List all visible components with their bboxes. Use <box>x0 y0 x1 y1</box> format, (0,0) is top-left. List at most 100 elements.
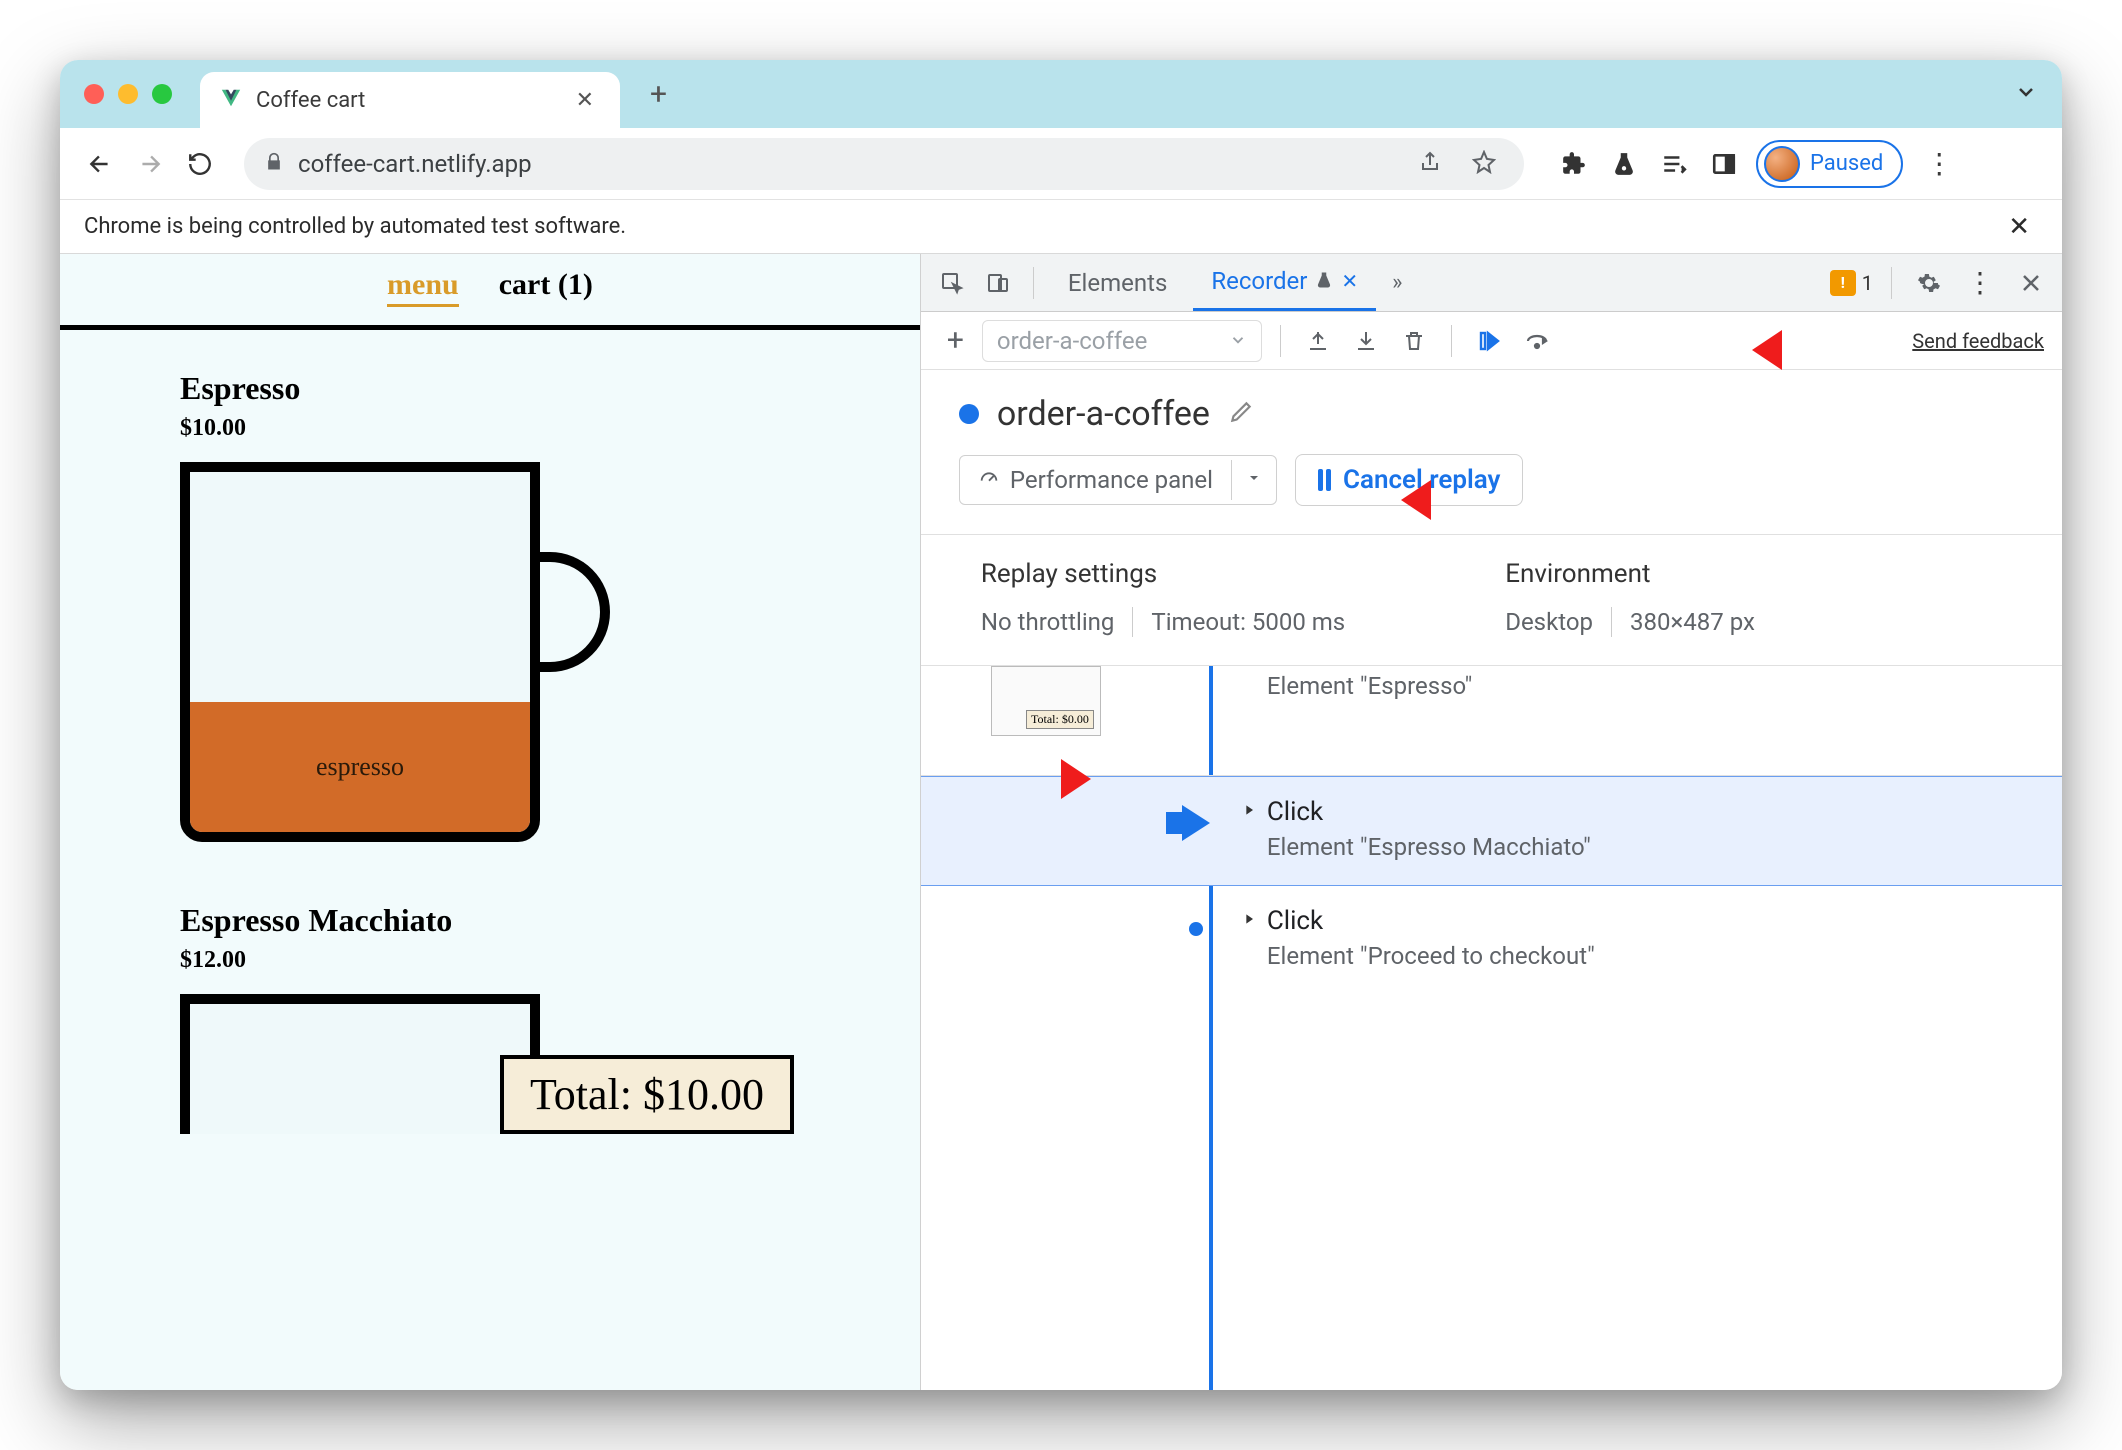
recording-name: order-a-coffee <box>997 394 1210 434</box>
recorder-settings: Replay settings No throttling Timeout: 5… <box>921 534 2062 666</box>
side-panel-icon[interactable] <box>1706 146 1742 182</box>
expand-icon[interactable] <box>1241 802 1257 822</box>
device-mode-icon[interactable] <box>979 264 1017 302</box>
automation-notice-bar: Chrome is being controlled by automated … <box>60 200 2062 254</box>
timeout-value[interactable]: Timeout: 5000 ms <box>1151 608 1345 636</box>
caret-down-icon <box>1231 460 1276 500</box>
cup-fill-label: espresso <box>316 752 404 782</box>
tab-recorder[interactable]: Recorder ✕ <box>1193 254 1376 311</box>
environment-title: Environment <box>1505 559 1755 589</box>
performance-panel-selector[interactable]: Performance panel <box>959 455 1277 505</box>
tab-recorder-close-icon[interactable]: ✕ <box>1341 269 1358 293</box>
automation-notice-text: Chrome is being controlled by automated … <box>84 214 626 239</box>
minimize-window-button[interactable] <box>118 84 138 104</box>
send-feedback-link[interactable]: Send feedback <box>1912 329 2044 353</box>
product-espresso-title: Espresso <box>180 370 800 407</box>
automation-close-icon[interactable]: ✕ <box>2000 212 2038 242</box>
tabbar-right <box>2014 80 2038 108</box>
export-icon[interactable] <box>1299 322 1337 360</box>
step-title: Click <box>1267 797 1323 827</box>
vue-favicon-icon <box>220 87 242 113</box>
annotation-arrow <box>1752 320 1842 384</box>
tab-title: Coffee cart <box>256 88 556 113</box>
traffic-lights <box>84 84 172 104</box>
url-text: coffee-cart.netlify.app <box>298 150 1396 178</box>
replay-icon[interactable] <box>1470 322 1508 360</box>
reading-list-icon[interactable] <box>1656 146 1692 182</box>
replay-settings-title: Replay settings <box>981 559 1345 589</box>
issues-count: 1 <box>1862 271 1873 295</box>
new-recording-button[interactable]: + <box>939 323 972 358</box>
macchiato-cup[interactable] <box>180 994 540 1134</box>
steps-timeline: Total: $0.00 Element "Espresso" <box>921 666 2062 1390</box>
flask-icon[interactable] <box>1606 146 1642 182</box>
devtools-tabbar: Elements Recorder ✕ » ! 1 <box>921 254 2062 312</box>
inspect-element-icon[interactable] <box>933 264 971 302</box>
step-row[interactable]: Click Element "Proceed to checkout" <box>921 886 2062 996</box>
import-icon[interactable] <box>1347 322 1385 360</box>
forward-button[interactable] <box>130 144 170 184</box>
toolbar-right: Paused ⋮ <box>1556 140 1961 188</box>
recorder-controls: Performance panel Cancel replay <box>921 454 2062 534</box>
step-subtitle: Element "Espresso" <box>1267 672 2022 700</box>
recording-selector-text: order-a-coffee <box>997 327 1147 355</box>
bookmark-star-icon[interactable] <box>1464 150 1504 178</box>
product-list: Espresso $10.00 espresso Espresso Macchi… <box>60 330 920 1194</box>
step-subtitle: Element "Proceed to checkout" <box>1267 942 2022 970</box>
extensions-icon[interactable] <box>1556 146 1592 182</box>
close-window-button[interactable] <box>84 84 104 104</box>
browser-toolbar: coffee-cart.netlify.app Paus <box>60 128 2062 200</box>
chevron-down-icon <box>1229 327 1247 355</box>
step-thumbnail: Total: $0.00 <box>991 666 1101 736</box>
recorder-toolbar: + order-a-coffee <box>921 312 2062 370</box>
viewport-value[interactable]: 380×487 px <box>1630 608 1755 636</box>
pause-icon <box>1318 469 1331 491</box>
delete-icon[interactable] <box>1395 322 1433 360</box>
recording-name-row: order-a-coffee <box>921 370 2062 454</box>
devtools-close-icon[interactable] <box>2012 264 2050 302</box>
fullscreen-window-button[interactable] <box>152 84 172 104</box>
nav-menu-link[interactable]: menu <box>387 268 459 307</box>
expand-icon[interactable] <box>1241 911 1257 931</box>
avatar <box>1764 146 1800 182</box>
profile-paused-chip[interactable]: Paused <box>1756 140 1903 188</box>
device-value[interactable]: Desktop <box>1505 608 1593 636</box>
tab-elements[interactable]: Elements <box>1050 254 1185 311</box>
tabs-menu-icon[interactable] <box>2014 89 2038 108</box>
step-row-current[interactable]: Click Element "Espresso Macchiato" <box>921 776 2062 886</box>
throttling-value[interactable]: No throttling <box>981 608 1115 636</box>
replay-settings-col: Replay settings No throttling Timeout: 5… <box>981 559 1345 637</box>
product-macchiato-title: Espresso Macchiato <box>180 902 800 939</box>
paused-label: Paused <box>1810 151 1883 176</box>
total-badge[interactable]: Total: $10.00 <box>500 1055 794 1134</box>
devtools-pane: Elements Recorder ✕ » ! 1 <box>921 254 2062 1390</box>
annotation-arrow <box>1001 749 1091 813</box>
edit-name-icon[interactable] <box>1228 399 1254 429</box>
lock-icon <box>264 152 284 176</box>
current-step-marker-icon <box>1182 805 1210 841</box>
thumb-total-label: Total: $0.00 <box>1026 710 1094 729</box>
issues-badge[interactable]: ! 1 <box>1830 270 1873 296</box>
recording-selector[interactable]: order-a-coffee <box>982 320 1262 362</box>
espresso-cup[interactable]: espresso <box>180 462 610 852</box>
devtools-menu-icon[interactable]: ⋮ <box>1958 266 2002 299</box>
settings-gear-icon[interactable] <box>1910 264 1948 302</box>
speedometer-icon <box>978 466 1000 494</box>
back-button[interactable] <box>80 144 120 184</box>
reload-button[interactable] <box>180 144 220 184</box>
step-row[interactable]: Total: $0.00 Element "Espresso" <box>921 666 2062 776</box>
step-over-icon[interactable] <box>1518 322 1556 360</box>
environment-col: Environment Desktop 380×487 px <box>1505 559 1755 637</box>
tab-close-icon[interactable]: ✕ <box>570 88 600 113</box>
nav-cart-link[interactable]: cart (1) <box>499 268 593 307</box>
product-macchiato-price: $12.00 <box>180 947 800 974</box>
more-tabs-icon[interactable]: » <box>1384 270 1410 295</box>
share-icon[interactable] <box>1410 150 1450 178</box>
new-tab-button[interactable]: + <box>640 77 677 112</box>
address-bar[interactable]: coffee-cart.netlify.app <box>244 138 1524 190</box>
browser-tab[interactable]: Coffee cart ✕ <box>200 72 620 128</box>
browser-menu-icon[interactable]: ⋮ <box>1917 147 1961 180</box>
product-espresso-price: $10.00 <box>180 415 800 442</box>
window-titlebar: Coffee cart ✕ + <box>60 60 2062 128</box>
step-title: Click <box>1267 906 1323 936</box>
